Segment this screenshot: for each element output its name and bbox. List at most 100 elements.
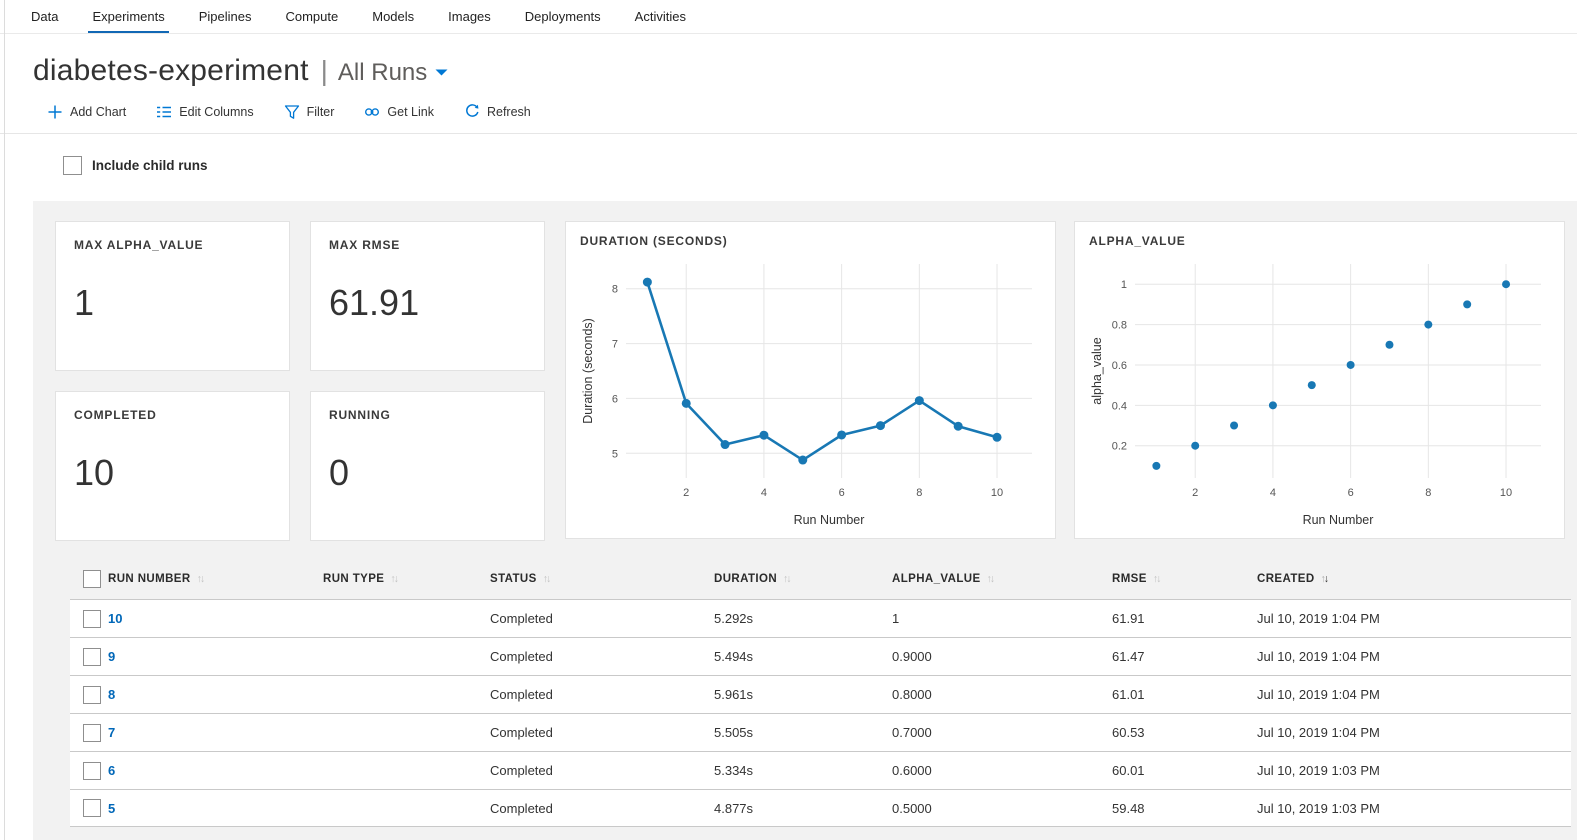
cell-created: Jul 10, 2019 1:03 PM bbox=[1257, 763, 1571, 778]
row-select-cell bbox=[70, 762, 108, 780]
y-tick-label: 0.8 bbox=[1112, 320, 1127, 332]
column-header-status[interactable]: STATUS↑↓ bbox=[490, 573, 714, 585]
data-point[interactable] bbox=[915, 396, 924, 405]
column-header-duration[interactable]: DURATION↑↓ bbox=[714, 573, 892, 585]
column-header-label: RMSE bbox=[1112, 573, 1147, 585]
cell-created: Jul 10, 2019 1:03 PM bbox=[1257, 801, 1571, 816]
sort-icon: ↑↓ bbox=[197, 573, 204, 585]
view-selector-label: All Runs bbox=[338, 59, 427, 86]
filter-button[interactable]: Filter bbox=[284, 104, 335, 120]
toolbar-item-label: Edit Columns bbox=[179, 105, 253, 119]
run-link[interactable]: 5 bbox=[108, 801, 115, 816]
data-point[interactable] bbox=[1230, 422, 1238, 430]
data-point[interactable] bbox=[1502, 280, 1510, 288]
toolbar-item-label: Filter bbox=[307, 105, 335, 119]
alpha-value-chart-card: ALPHA_VALUE2468100.20.40.60.81Run Number… bbox=[1074, 221, 1565, 539]
cell-status: Completed bbox=[490, 687, 714, 702]
data-point[interactable] bbox=[993, 433, 1002, 442]
run-link[interactable]: 7 bbox=[108, 725, 115, 740]
run-link[interactable]: 10 bbox=[108, 611, 122, 626]
cell-duration: 5.505s bbox=[714, 725, 892, 740]
select-all-checkbox[interactable] bbox=[83, 570, 101, 588]
tab-experiments[interactable]: Experiments bbox=[75, 0, 181, 33]
y-tick-label: 1 bbox=[1121, 279, 1127, 291]
view-selector[interactable]: All Runs bbox=[338, 59, 448, 87]
x-tick-label: 8 bbox=[1425, 487, 1431, 499]
row-checkbox[interactable] bbox=[83, 724, 101, 742]
refresh-button[interactable]: Refresh bbox=[464, 104, 531, 120]
add-chart-button[interactable]: Add Chart bbox=[47, 104, 126, 120]
tab-pipelines[interactable]: Pipelines bbox=[182, 0, 269, 33]
include-child-runs-label: Include child runs bbox=[92, 158, 208, 173]
tab-images[interactable]: Images bbox=[431, 0, 508, 33]
row-checkbox[interactable] bbox=[83, 799, 101, 817]
cell-alpha_value: 0.5000 bbox=[892, 801, 1112, 816]
kpi-label: RUNNING bbox=[329, 408, 526, 422]
include-child-runs-row: Include child runs bbox=[63, 156, 1577, 175]
column-header-alpha_value[interactable]: ALPHA_VALUE↑↓ bbox=[892, 573, 1112, 585]
x-tick-label: 4 bbox=[761, 487, 767, 499]
data-point[interactable] bbox=[1463, 300, 1471, 308]
row-select-cell bbox=[70, 724, 108, 742]
tab-label: Pipelines bbox=[199, 9, 252, 24]
column-header-rmse[interactable]: RMSE ↑↓ bbox=[1112, 573, 1257, 585]
data-point[interactable] bbox=[798, 456, 807, 465]
data-point[interactable] bbox=[643, 278, 652, 287]
row-checkbox[interactable] bbox=[83, 648, 101, 666]
x-axis-label: Run Number bbox=[794, 513, 865, 527]
select-all-cell bbox=[70, 570, 108, 588]
data-point[interactable] bbox=[1424, 321, 1432, 329]
table-row: 5Completed4.877s0.500059.48Jul 10, 2019 … bbox=[70, 789, 1571, 827]
data-point[interactable] bbox=[759, 431, 768, 440]
cell-status: Completed bbox=[490, 801, 714, 816]
row-checkbox[interactable] bbox=[83, 610, 101, 628]
sort-icon: ↑↓ bbox=[783, 573, 790, 585]
data-point[interactable] bbox=[682, 399, 691, 408]
get-link-button[interactable]: Get Link bbox=[364, 104, 434, 120]
data-point[interactable] bbox=[876, 421, 885, 430]
filter-icon bbox=[284, 104, 300, 120]
run-link[interactable]: 9 bbox=[108, 649, 115, 664]
column-header-run_number[interactable]: RUN NUMBER↑↓ bbox=[108, 573, 323, 585]
sort-icon: ↑↓ bbox=[1153, 573, 1160, 585]
tab-label: Deployments bbox=[525, 9, 601, 24]
x-axis-label: Run Number bbox=[1303, 513, 1374, 527]
tab-models[interactable]: Models bbox=[355, 0, 431, 33]
row-select-cell bbox=[70, 648, 108, 666]
column-header-label: CREATED bbox=[1257, 573, 1315, 585]
include-child-runs-checkbox[interactable] bbox=[63, 156, 82, 175]
cell-status: Completed bbox=[490, 725, 714, 740]
column-header-run_type[interactable]: RUN TYPE↑↓ bbox=[323, 573, 490, 585]
run-link[interactable]: 6 bbox=[108, 763, 115, 778]
data-point[interactable] bbox=[837, 430, 846, 439]
data-point[interactable] bbox=[1308, 381, 1316, 389]
data-point[interactable] bbox=[954, 422, 963, 431]
command-bar: Add Chart Edit Columns Filter Get Link Refre… bbox=[0, 104, 1577, 134]
line-chart-plot: 2468105678Run NumberDuration (seconds) bbox=[580, 250, 1048, 532]
kpi-card-completed: COMPLETED10 bbox=[55, 391, 290, 541]
tab-activities[interactable]: Activities bbox=[618, 0, 703, 33]
run-link[interactable]: 8 bbox=[108, 687, 115, 702]
data-point[interactable] bbox=[1191, 442, 1199, 450]
x-tick-label: 6 bbox=[1348, 487, 1354, 499]
plus-icon bbox=[47, 104, 63, 120]
data-point[interactable] bbox=[721, 440, 730, 449]
data-point[interactable] bbox=[1385, 341, 1393, 349]
kpi-card-max-rmse: MAX RMSE61.91 bbox=[310, 221, 545, 371]
data-point[interactable] bbox=[1347, 361, 1355, 369]
data-point[interactable] bbox=[1152, 462, 1160, 470]
column-header-label: ALPHA_VALUE bbox=[892, 573, 981, 585]
tab-compute[interactable]: Compute bbox=[268, 0, 355, 33]
row-checkbox[interactable] bbox=[83, 686, 101, 704]
tab-data[interactable]: Data bbox=[14, 0, 75, 33]
y-tick-label: 6 bbox=[612, 393, 618, 405]
cell-run-number: 9 bbox=[108, 649, 323, 664]
row-checkbox[interactable] bbox=[83, 762, 101, 780]
edit-columns-button[interactable]: Edit Columns bbox=[156, 104, 253, 120]
tab-deployments[interactable]: Deployments bbox=[508, 0, 618, 33]
cell-status: Completed bbox=[490, 649, 714, 664]
cell-status: Completed bbox=[490, 611, 714, 626]
data-point[interactable] bbox=[1269, 401, 1277, 409]
tab-label: Activities bbox=[635, 9, 686, 24]
column-header-created[interactable]: CREATED↑↓ bbox=[1257, 573, 1571, 585]
